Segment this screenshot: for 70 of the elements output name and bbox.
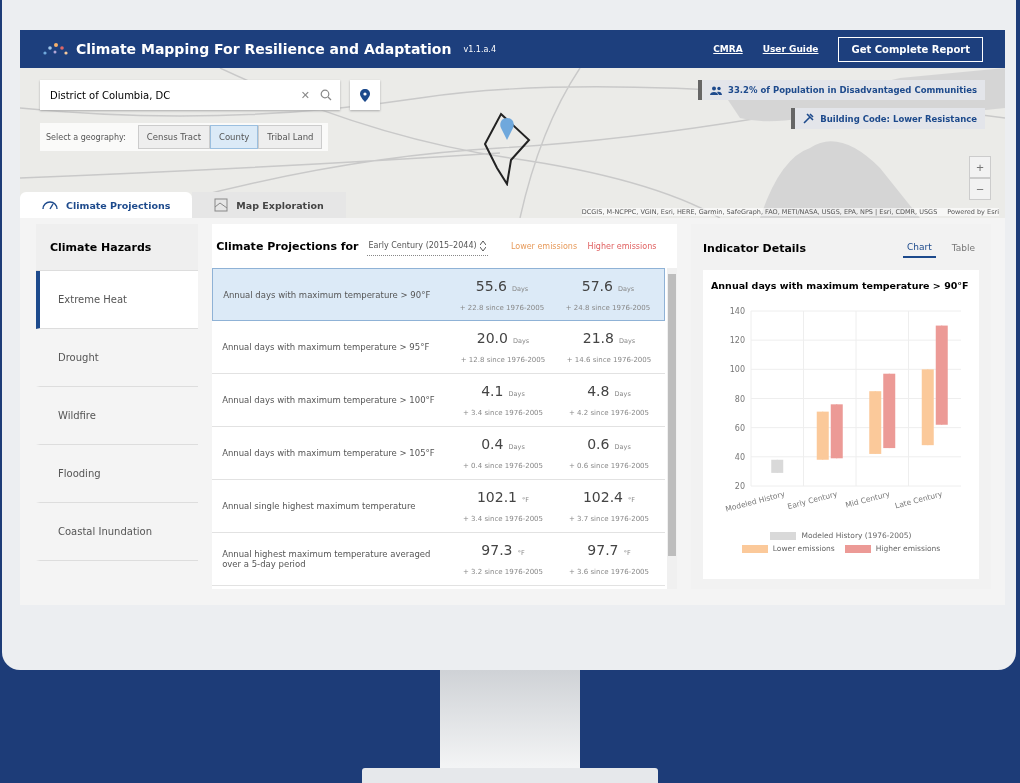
badge-text: Building Code: Lower Resistance [820,113,977,124]
axis-tick-label: 100 [729,365,745,375]
header-link[interactable]: CMRA [713,44,743,54]
map-icon [214,198,229,212]
geography-option[interactable]: County [210,125,259,149]
hazard-item[interactable]: Coastal Inundation [36,503,199,561]
hazard-item[interactable]: Drought [36,329,199,387]
indicator-label: Annual highest maximum temperature averaged over a 5-day period [222,549,432,569]
axis-tick-label: 140 [729,307,745,316]
search-icon[interactable] [320,89,332,101]
period-dropdown[interactable]: Early Century (2015–2044) [366,236,488,256]
projected-value: 102.1 [476,489,517,505]
search-field[interactable]: District of Columbia, DC ✕ [40,80,340,110]
hazard-item[interactable]: Extreme Heat [36,271,199,329]
axis-tick-label: 40 [734,452,745,462]
axis-tick-label: 80 [734,394,745,404]
version-label: v1.1.a.4 [463,44,496,54]
projected-value: 57.6 [581,277,613,294]
hazards-heading: Climate Hazards [36,224,199,271]
map-badge[interactable]: Building Code: Lower Resistance [791,108,985,129]
hazard-item[interactable]: Flooding [36,445,199,503]
view-tab[interactable]: Map Exploration [192,192,346,218]
projected-value: 0.6 [587,436,610,452]
zoom-button[interactable]: − [969,178,991,200]
scrollbar[interactable] [667,268,677,589]
column-heading: Lower emissions [509,241,579,251]
projected-value: 0.4 [481,436,504,452]
projections-heading: Climate Projections for [216,239,359,253]
view-tab[interactable]: Climate Projections [20,192,193,218]
sort-caret-icon [479,240,486,251]
indicator-label: Annual days with maximum temperature > 95°F [222,342,431,352]
axis-tick-label: 120 [729,336,745,346]
axis-tick-label: 60 [734,423,745,433]
locate-button[interactable] [350,80,380,110]
hazard-item[interactable]: Wildfire [36,387,199,445]
zoom-button[interactable]: + [969,156,991,178]
projected-value: 21.8 [582,330,614,346]
clear-icon[interactable]: ✕ [300,88,310,102]
projected-value: 4.1 [481,383,504,399]
gauge-icon [42,200,58,210]
map-badge[interactable]: 33.2% of Population in Disadvantaged Communities [697,80,985,100]
indicator-label: Annual days with maximum temperature > 90°F [223,289,432,300]
details-heading: Indicator Details [703,241,806,255]
geography-label: Select a geography: [46,132,126,142]
badge-text: 33.2% of Population in Disadvantaged Communities [727,85,977,95]
projected-value: 4.8 [587,383,610,399]
projected-value: 97.7 [587,542,619,558]
header-link[interactable]: User Guide [762,44,819,54]
location-pin-icon [360,88,370,102]
app-title: Climate Mapping For Resilience and Adaptation [76,41,452,57]
projected-value: 102.4 [582,489,623,505]
column-heading: Higher emissions [587,241,657,251]
details-tab[interactable]: Chart [903,238,936,258]
indicator-label: Annual days with maximum temperature > 100°F [222,395,436,405]
projected-value: 20.0 [476,330,508,346]
scrollbar-thumb[interactable] [668,274,676,557]
axis-tick-label: 20 [734,482,745,491]
geography-option[interactable]: Tribal Land [258,125,323,149]
dots-logo-icon [42,41,68,57]
indicator-label: Annual single highest maximum temperature [222,501,417,511]
tools-icon [803,113,815,124]
details-tab[interactable]: Table [947,239,979,257]
people-icon [709,85,722,95]
projected-value: 97.3 [481,542,513,558]
report-button[interactable]: Get Complete Report [838,36,983,62]
geography-option[interactable]: Census Tract [137,125,210,149]
chart-title: Annual days with maximum temperature > 90°F [711,280,969,291]
indicator-label: Annual days with maximum temperature > 105°F [222,448,436,458]
district-outline-icon [483,112,531,186]
projected-value: 55.6 [475,277,507,294]
